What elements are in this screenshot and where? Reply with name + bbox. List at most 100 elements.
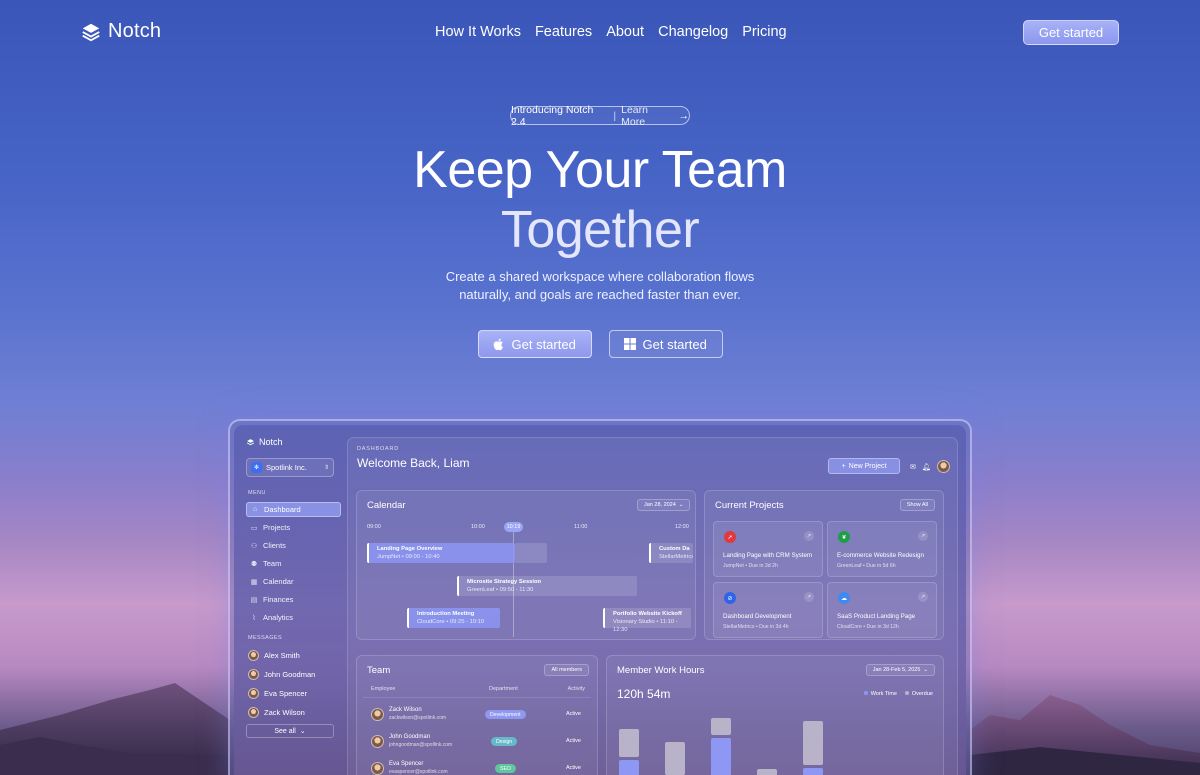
announcement-pill[interactable]: Introducing Notch 2.4 | Learn More →	[510, 104, 690, 128]
see-all-button[interactable]: See all ⌄	[246, 724, 334, 738]
nav-link-pricing[interactable]: Pricing	[742, 24, 786, 40]
legend-item: Overdue	[904, 691, 933, 697]
message-item[interactable]: Alex Smith	[246, 647, 341, 663]
team-icon: ⚉	[250, 560, 258, 568]
user-avatar[interactable]	[936, 460, 950, 473]
nav-link-changelog[interactable]: Changelog	[658, 24, 728, 40]
hero-subtitle: Create a shared workspace where collabor…	[400, 268, 800, 304]
current-time-marker: 10:19	[504, 522, 523, 532]
cloud-icon: ☁	[838, 592, 850, 604]
message-item[interactable]: John Goodman	[246, 666, 341, 682]
brand-logo[interactable]: Notch	[80, 20, 161, 43]
department-badge: Design	[491, 737, 518, 746]
message-name: John Goodman	[264, 669, 316, 679]
time-tick: 10:00	[471, 524, 485, 530]
folder-icon: ▭	[250, 524, 258, 532]
get-started-mac-button[interactable]: Get started	[477, 330, 592, 358]
org-badge-icon: ✻	[251, 462, 262, 473]
project-card[interactable]: ➚ ↗ Landing Page with CRM System JumpNet…	[713, 521, 823, 577]
dashboard-preview: Notch ✻ Spotlink Inc. ⇕ MENU ⌂ Dashboard …	[228, 419, 972, 775]
table-row[interactable]: Zack Wilson zackwilson@spotlink.com Deve…	[363, 702, 591, 728]
avatar	[248, 668, 259, 680]
arrow-up-right-icon[interactable]: ↗	[804, 531, 814, 541]
arrow-up-right-icon[interactable]: ↗	[918, 531, 928, 541]
project-title: Landing Page with CRM System	[723, 552, 813, 559]
dashboard-sidebar: Notch ✻ Spotlink Inc. ⇕ MENU ⌂ Dashboard …	[246, 437, 341, 738]
project-meta: JumpNet • Due in 3d 2h	[723, 563, 778, 569]
project-card[interactable]: ☁ ↗ SaaS Product Landing Page CloudCore …	[827, 582, 937, 638]
plus-icon: +	[841, 462, 846, 470]
sidebar-item-team[interactable]: ⚉ Team	[246, 556, 341, 571]
message-item[interactable]: Eva Spencer	[246, 685, 341, 701]
column-header: Department	[489, 686, 518, 692]
apple-icon	[493, 338, 503, 350]
column-header: Activity	[567, 686, 585, 692]
overdue-bar	[803, 721, 823, 765]
project-card[interactable]: ⊘ ↗ Dashboard Development StellarMetrics…	[713, 582, 823, 638]
sidebar-item-dashboard[interactable]: ⌂ Dashboard	[246, 502, 341, 517]
nav-link-features[interactable]: Features	[535, 24, 592, 40]
show-all-button[interactable]: Show All	[899, 499, 935, 511]
calendar-event[interactable]: Microsite Strategy Session GreenLeaf • 0…	[457, 576, 637, 596]
table-row[interactable]: John Goodman johngoodman@spotlink.com De…	[363, 729, 591, 755]
team-title: Team	[367, 665, 391, 676]
sidebar-item-calendar[interactable]: ▦ Calendar	[246, 574, 341, 589]
time-tick: 11:00	[574, 524, 588, 530]
date-range-picker[interactable]: Jan 28-Feb 5, 2025 ⌄	[865, 664, 935, 676]
calendar-event[interactable]: Portfolio Website Kickoff Visionary Stud…	[603, 608, 691, 633]
message-item[interactable]: Zack Wilson	[246, 704, 341, 720]
nav-link-about[interactable]: About	[606, 24, 644, 40]
table-row[interactable]: Eva Spencer evaspencer@spotlink.com SEO …	[363, 756, 591, 775]
avatar	[371, 762, 384, 775]
org-switcher[interactable]: ✻ Spotlink Inc. ⇕	[246, 458, 334, 477]
nav-link-how-it-works[interactable]: How It Works	[435, 24, 521, 40]
overdue-bar	[619, 729, 639, 757]
sidebar-item-label: Clients	[263, 541, 286, 550]
arrow-up-right-icon[interactable]: ↗	[804, 592, 814, 602]
project-title: SaaS Product Landing Page	[837, 613, 916, 620]
stacked-layers-icon	[246, 438, 255, 445]
sidebar-item-analytics[interactable]: ⌇ Analytics	[246, 610, 341, 625]
subtitle-line-1: Create a shared workspace where collabor…	[445, 269, 755, 284]
wallet-icon: ▤	[250, 596, 258, 604]
all-members-button[interactable]: All members	[544, 664, 589, 676]
project-card[interactable]: ❦ ↗ E-commerce Website Redesign GreenLea…	[827, 521, 937, 577]
calendar-date: Jan 28, 2024	[644, 502, 676, 508]
sidebar-item-finances[interactable]: ▤ Finances	[246, 592, 341, 607]
calendar-event[interactable]: Landing Page Overview JumpNet • 09:00 - …	[367, 543, 515, 563]
bell-icon[interactable]: 🔔︎	[922, 463, 931, 471]
project-meta: GreenLeaf • Due in 5d 6h	[837, 563, 896, 569]
brand-name: Notch	[108, 20, 162, 42]
sidebar-brand[interactable]: Notch	[246, 437, 341, 447]
calendar-event[interactable]: Introduction Meeting CloudCore • 09:25 -…	[407, 608, 500, 628]
calendar-time-axis: 09:00 10:00 11:00 12:00	[367, 524, 690, 534]
event-title: Portfolio Website Kickoff	[613, 611, 682, 617]
project-client: StellarMetrics	[723, 624, 755, 630]
nav-get-started-button[interactable]: Get started	[1023, 20, 1119, 45]
message-name: Alex Smith	[264, 650, 300, 660]
arrow-up-right-icon[interactable]: ↗	[918, 592, 928, 602]
new-project-button[interactable]: + New Project	[828, 458, 900, 474]
project-due: Due in 3d 4h	[759, 624, 789, 630]
projects-title: Current Projects	[715, 500, 784, 511]
header-actions: ✉ 🔔︎	[910, 460, 950, 473]
project-title: E-commerce Website Redesign	[837, 552, 924, 559]
headline-line-2: Together	[500, 201, 700, 259]
sidebar-item-label: Dashboard	[264, 505, 301, 514]
avatar	[248, 706, 259, 718]
hero-cta-row: Get started Get started	[0, 330, 1200, 358]
calendar-event[interactable]: Custom Da StellarMetrics	[649, 543, 693, 563]
arrow-right-icon: →	[678, 109, 690, 122]
member-email: evaspencer@spotlink.com	[389, 769, 448, 775]
mail-icon[interactable]: ✉	[910, 463, 916, 471]
event-title: Landing Page Overview	[377, 546, 443, 552]
member-name: John Goodman	[389, 734, 431, 740]
pill-learn-more[interactable]: Learn More	[621, 104, 673, 128]
sidebar-item-projects[interactable]: ▭ Projects	[246, 520, 341, 535]
get-started-windows-button[interactable]: Get started	[608, 330, 723, 358]
current-projects-card: Current Projects Show All ➚ ↗ Landing Pa…	[704, 490, 944, 640]
calendar-date-picker[interactable]: Jan 28, 2024 ⌄	[637, 499, 691, 511]
sidebar-item-clients[interactable]: ⚇ Clients	[246, 538, 341, 553]
legend-dot	[863, 691, 868, 695]
member-name: Eva Spencer	[389, 761, 424, 767]
